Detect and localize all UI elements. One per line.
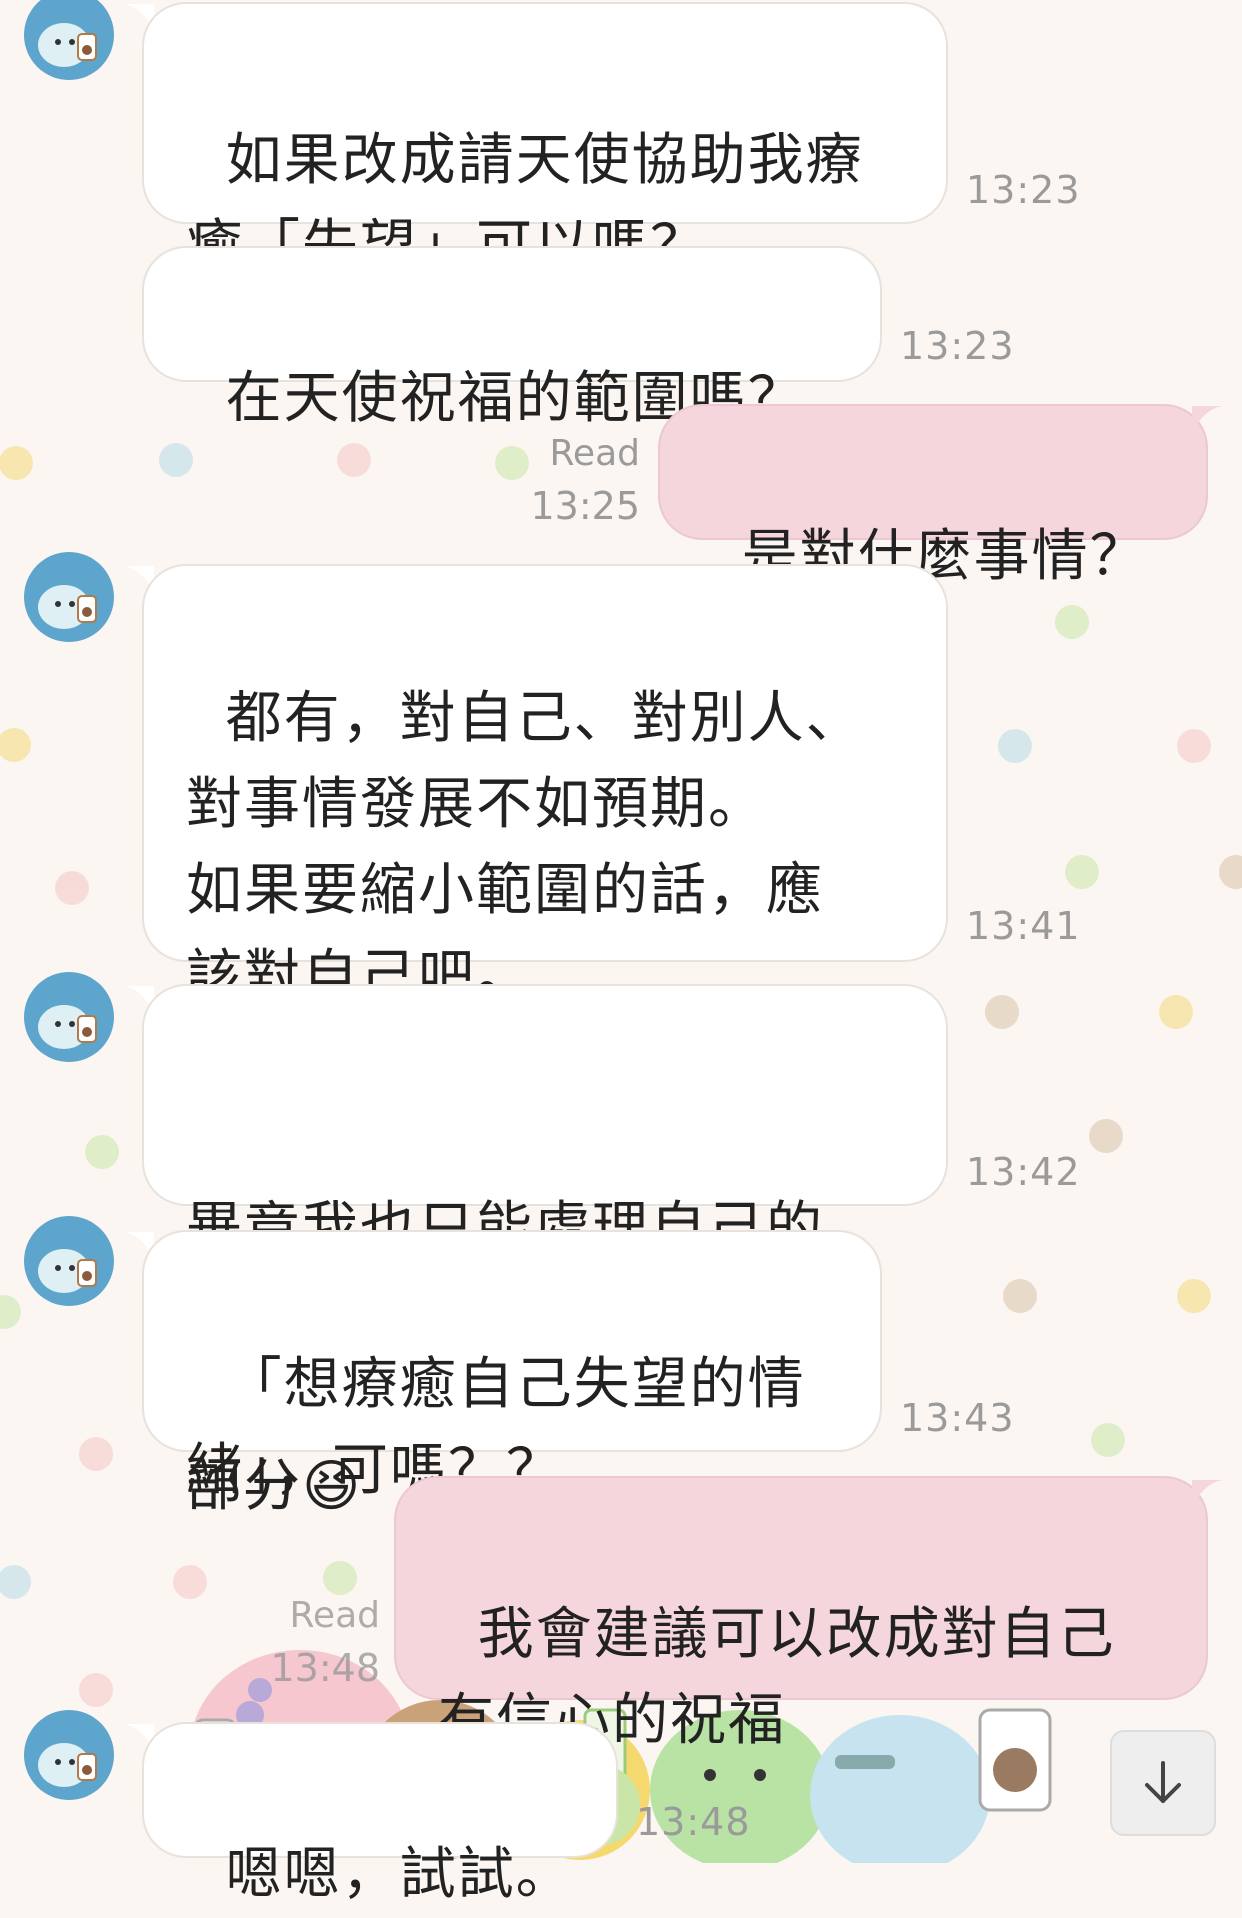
message-text: 都有，對自己、對別人、 對事情發展不如預期。 如果要縮小範圍的話，應 該對自己吧… xyxy=(186,686,864,1009)
contact-avatar[interactable] xyxy=(24,1710,114,1800)
message-timestamp: 13:48 xyxy=(636,1800,751,1844)
scroll-to-bottom-button[interactable] xyxy=(1110,1730,1216,1836)
read-receipt: Read 13:25 xyxy=(520,428,640,532)
message-bubble[interactable]: 都有，對自己、對別人、 對事情發展不如預期。 如果要縮小範圍的話，應 該對自己吧… xyxy=(142,564,948,1009)
message-timestamp: 13:23 xyxy=(900,324,1015,368)
message-bubble[interactable]: 是對什麼事情？ xyxy=(658,404,1208,589)
contact-avatar[interactable] xyxy=(24,1216,114,1306)
contact-avatar[interactable] xyxy=(24,972,114,1062)
contact-avatar[interactable] xyxy=(24,552,114,642)
dinosaur-avatar-icon xyxy=(38,1743,97,1787)
message-timestamp: 13:41 xyxy=(966,904,1081,948)
message-timestamp: 13:25 xyxy=(530,484,640,528)
message-bubble[interactable]: 嗯嗯，試試。 xyxy=(142,1722,618,1907)
message-bubble[interactable]: 在天使祝福的範圍嗎？ xyxy=(142,246,882,431)
bubble-tail xyxy=(1192,405,1228,432)
message-bubble[interactable]: 我會建議可以改成對自己 有信心的祝福 xyxy=(394,1476,1208,1753)
read-label: Read xyxy=(549,433,640,474)
message-bubble[interactable]: 如果改成請天使協助我療 癒「失望」可以嗎？ xyxy=(142,2,948,279)
message-bubble[interactable]: 「想療癒自己失望的情 緒」，可嗎？？ xyxy=(142,1230,882,1503)
message-timestamp: 13:23 xyxy=(966,168,1081,212)
message-text: 嗯嗯，試試。 xyxy=(225,1842,574,1907)
dinosaur-avatar-icon xyxy=(38,585,97,629)
bubble-tail xyxy=(1192,1479,1228,1506)
message-timestamp: 13:48 xyxy=(270,1646,380,1690)
message-timestamp: 13:42 xyxy=(966,1150,1081,1194)
dinosaur-avatar-icon xyxy=(38,1249,97,1293)
dinosaur-avatar-icon xyxy=(38,1005,97,1049)
message-bubble[interactable]: 畢竟我也只能處理自己的 部分😆 xyxy=(142,984,948,1519)
arrow-down-icon xyxy=(1145,1761,1181,1803)
read-label: Read xyxy=(289,1595,380,1636)
read-receipt: Read 13:48 xyxy=(260,1590,380,1694)
message-timestamp: 13:43 xyxy=(900,1396,1015,1440)
